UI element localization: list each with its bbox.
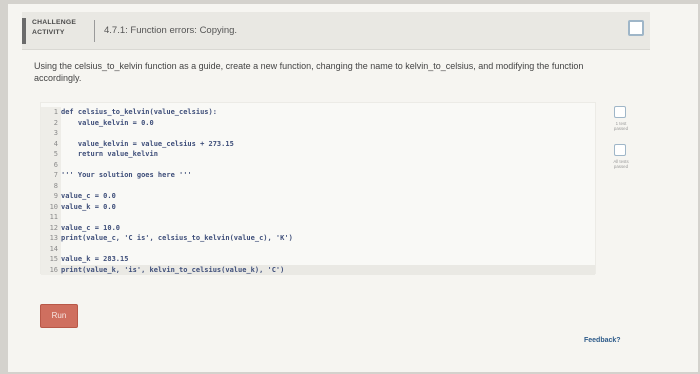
run-button[interactable]: Run xyxy=(40,304,78,328)
test-all-status-icon xyxy=(614,144,626,156)
line-number: 5 xyxy=(41,149,61,160)
code-text: def celsius_to_kelvin(value_celsius): xyxy=(61,108,217,116)
code-line[interactable]: 11 xyxy=(41,212,61,223)
code-text: print(value_k, 'is', kelvin_to_celsius(v… xyxy=(61,265,285,274)
code-line[interactable]: 15 value_k = 283.15 xyxy=(41,254,128,265)
line-number: 1 xyxy=(41,107,61,118)
line-number: 10 xyxy=(41,201,61,212)
code-text: return value_kelvin xyxy=(61,150,158,158)
feedback-link[interactable]: Feedback? xyxy=(584,337,621,344)
code-line[interactable]: 4 value_kelvin = value_celsius + 273.15 xyxy=(41,138,234,149)
line-number: 12 xyxy=(41,222,61,233)
line-number: 16 xyxy=(41,264,61,275)
line-number: 11 xyxy=(41,212,61,223)
code-line[interactable]: 9 value_c = 0.0 xyxy=(41,191,116,202)
line-number: 8 xyxy=(41,180,61,191)
test-1-label: 1 test passed xyxy=(613,121,629,132)
code-line[interactable]: 12 value_c = 10.0 xyxy=(41,222,121,233)
test-all-label: All tests passed xyxy=(613,159,629,170)
test-1-status-icon xyxy=(614,106,626,118)
completion-checkbox-icon xyxy=(628,20,644,36)
code-text: value_k = 283.15 xyxy=(61,255,129,263)
code-text: print(value_c, 'C is', celsius_to_kelvin… xyxy=(61,234,293,242)
code-text: ''' Your solution goes here ''' xyxy=(61,171,192,179)
code-line[interactable]: 10 value_k = 0.0 xyxy=(41,201,116,212)
code-line[interactable]: 3 xyxy=(41,128,61,139)
line-number: 14 xyxy=(41,243,61,254)
badge-line-1: CHALLENGE xyxy=(32,19,77,26)
challenge-activity-badge: CHALLENGE ACTIVITY xyxy=(22,18,84,44)
code-line[interactable]: 1 def celsius_to_kelvin(value_celsius): xyxy=(41,107,217,118)
code-editor[interactable]: 1 def celsius_to_kelvin(value_celsius): 2… xyxy=(40,102,596,275)
activity-description: Using the celsius_to_kelvin function as … xyxy=(34,61,584,83)
code-text: value_kelvin = 0.0 xyxy=(61,118,154,127)
code-line[interactable]: 14 xyxy=(41,243,61,254)
badge-line-2: ACTIVITY xyxy=(32,29,65,36)
line-number: 2 xyxy=(41,117,61,128)
activity-header: CHALLENGE ACTIVITY 4.7.1: Function error… xyxy=(22,12,650,50)
code-line-active[interactable]: 16 print(value_k, 'is', kelvin_to_celsius… xyxy=(41,264,595,275)
code-line[interactable]: 2 value_kelvin = 0.0 xyxy=(41,117,154,128)
code-line[interactable]: 13 print(value_c, 'C is', celsius_to_kelv… xyxy=(41,233,293,244)
code-line[interactable]: 6 xyxy=(41,159,61,170)
line-number: 7 xyxy=(41,170,61,181)
code-text: value_k = 0.0 xyxy=(61,202,116,211)
line-number: 15 xyxy=(41,254,61,265)
code-line[interactable]: 7 ''' Your solution goes here ''' xyxy=(41,170,192,181)
activity-panel: CHALLENGE ACTIVITY 4.7.1: Function error… xyxy=(8,4,698,372)
code-text: value_c = 10.0 xyxy=(61,223,121,232)
activity-title: 4.7.1: Function errors: Copying. xyxy=(104,25,238,36)
line-number: 4 xyxy=(41,138,61,149)
line-number: 3 xyxy=(41,128,61,139)
header-divider xyxy=(94,20,95,42)
code-line[interactable]: 5 return value_kelvin xyxy=(41,149,158,160)
code-line[interactable]: 8 xyxy=(41,180,61,191)
code-text: value_c = 0.0 xyxy=(61,192,116,200)
line-number: 6 xyxy=(41,159,61,170)
line-number: 9 xyxy=(41,191,61,202)
code-text: value_kelvin = value_celsius + 273.15 xyxy=(61,139,234,148)
line-number: 13 xyxy=(41,233,61,244)
